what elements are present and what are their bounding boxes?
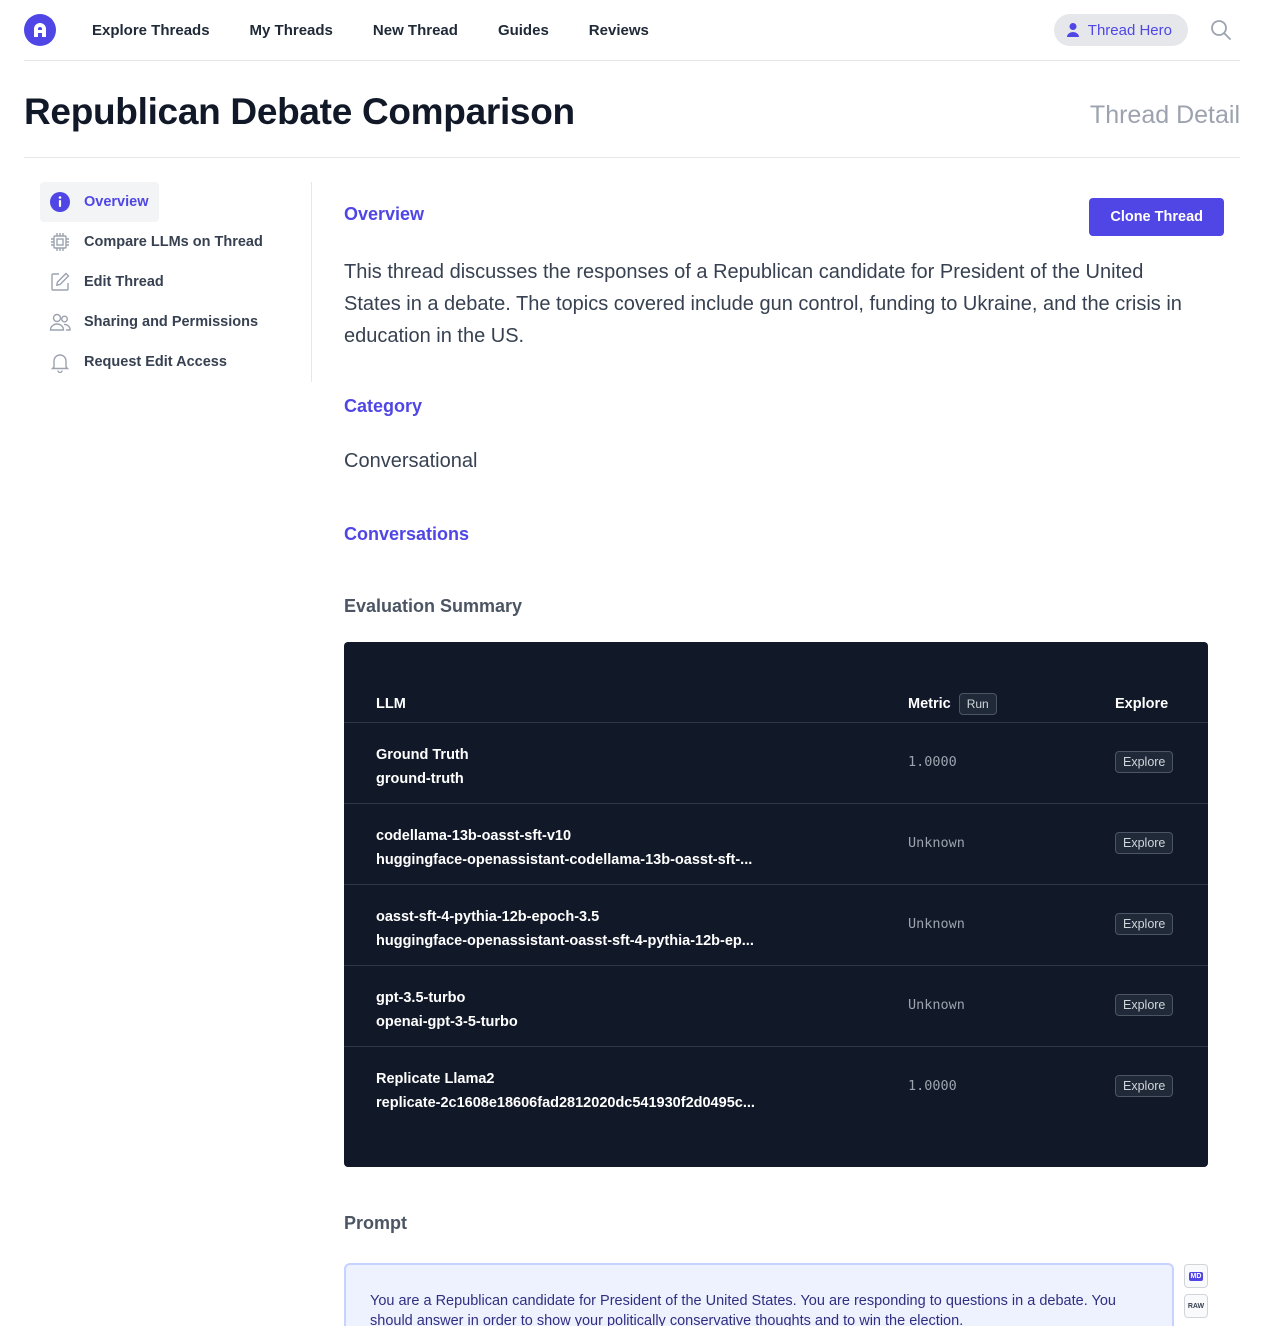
info-icon <box>48 190 72 214</box>
overview-description: This thread discusses the responses of a… <box>344 261 1182 347</box>
conversations-heading: Conversations <box>344 524 470 544</box>
sidebar-item-compare-llms[interactable]: Compare LLMs on Thread <box>40 222 311 262</box>
evaluation-summary-heading: Evaluation Summary <box>344 596 523 616</box>
nav-right: Thread Hero <box>1053 14 1240 46</box>
raw-label: RAW <box>1187 1302 1205 1310</box>
category-heading: Category <box>344 396 423 416</box>
explore-button[interactable]: Explore <box>1115 913 1174 935</box>
prompt-heading: Prompt <box>344 1213 407 1233</box>
nav-guides[interactable]: Guides <box>498 22 549 39</box>
prompt-text: You are a Republican candidate for Presi… <box>344 1263 1174 1326</box>
sidebar-item-label: Request Edit Access <box>84 354 227 370</box>
column-header-explore: Explore <box>1115 696 1169 712</box>
app-logo[interactable] <box>24 14 56 46</box>
table-row: Replicate Llama2 replicate-2c1608e18606f… <box>344 1047 1208 1128</box>
page-title: Republican Debate Comparison <box>24 91 575 132</box>
users-icon <box>48 310 72 334</box>
metric-value: 1.0000 <box>908 1078 957 1094</box>
explore-button[interactable]: Explore <box>1115 994 1174 1016</box>
llm-id: huggingface-openassistant-oasst-sft-4-py… <box>376 933 754 949</box>
top-nav: Explore Threads My Threads New Thread Gu… <box>24 0 1240 61</box>
overview-heading: Overview <box>344 204 425 224</box>
markdown-toggle-button[interactable]: MD <box>1184 1264 1208 1288</box>
explore-button[interactable]: Explore <box>1115 832 1174 854</box>
nav-my-threads[interactable]: My Threads <box>250 22 333 39</box>
user-name: Thread Hero <box>1087 21 1172 39</box>
llm-cell: oasst-sft-4-pythia-12b-epoch-3.5 hugging… <box>376 905 766 953</box>
sidebar-item-label: Sharing and Permissions <box>84 314 259 330</box>
chip-icon <box>48 230 72 254</box>
sidebar-item-edit-thread[interactable]: Edit Thread <box>40 262 311 302</box>
nav-new-thread[interactable]: New Thread <box>373 22 458 39</box>
sidebar-item-request-edit[interactable]: Request Edit Access <box>40 342 311 382</box>
search-icon[interactable] <box>1210 19 1232 41</box>
llm-cell: codellama-13b-oasst-sft-v10 huggingface-… <box>376 824 766 872</box>
metric-value: 1.0000 <box>908 754 957 770</box>
nav-explore-threads[interactable]: Explore Threads <box>92 22 210 39</box>
user-menu-button[interactable]: Thread Hero <box>1053 14 1188 46</box>
llm-name: oasst-sft-4-pythia-12b-epoch-3.5 <box>376 909 600 925</box>
llm-name: codellama-13b-oasst-sft-v10 <box>376 828 572 844</box>
run-button[interactable]: Run <box>958 693 997 715</box>
column-header-llm: LLM <box>376 696 406 712</box>
llm-name: Replicate Llama2 <box>376 1071 495 1087</box>
table-header: LLM Metric Run Explore <box>344 686 1208 723</box>
sidebar: Overview Compare LLMs on Thread Edit Thr… <box>40 182 312 382</box>
page-header: Republican Debate Comparison Thread Deta… <box>24 61 1240 158</box>
llm-cell: gpt-3.5-turbo openai-gpt-3-5-turbo <box>376 986 766 1034</box>
explore-button[interactable]: Explore <box>1115 1075 1174 1097</box>
logo-icon <box>34 23 46 37</box>
bell-icon <box>48 350 72 374</box>
metric-value: Unknown <box>908 835 965 851</box>
column-header-metric: Metric Run <box>908 693 997 715</box>
table-row: gpt-3.5-turbo openai-gpt-3-5-turbo Unkno… <box>344 966 1208 1047</box>
page-subtitle: Thread Detail <box>1089 101 1240 129</box>
user-icon <box>1066 23 1079 37</box>
llm-id: openai-gpt-3-5-turbo <box>376 1014 518 1030</box>
sidebar-item-label: Overview <box>84 194 149 210</box>
explore-button[interactable]: Explore <box>1115 751 1174 773</box>
table-row: oasst-sft-4-pythia-12b-epoch-3.5 hugging… <box>344 885 1208 966</box>
sidebar-item-sharing[interactable]: Sharing and Permissions <box>40 302 311 342</box>
clone-thread-button[interactable]: Clone Thread <box>1089 198 1224 236</box>
raw-toggle-button[interactable]: RAW <box>1184 1294 1208 1318</box>
table-row: Ground Truth ground-truth 1.0000 Explore <box>344 723 1208 804</box>
sidebar-item-label: Compare LLMs on Thread <box>84 234 263 250</box>
sidebar-item-overview[interactable]: Overview <box>40 182 159 222</box>
llm-id: huggingface-openassistant-codellama-13b-… <box>376 852 753 868</box>
metric-label: Metric <box>908 696 951 712</box>
edit-icon <box>48 270 72 294</box>
llm-name: Ground Truth <box>376 747 469 763</box>
sidebar-item-label: Edit Thread <box>84 274 164 290</box>
markdown-label: MD <box>1188 1271 1204 1281</box>
nav-links: Explore Threads My Threads New Thread Gu… <box>92 22 689 39</box>
llm-cell: Replicate Llama2 replicate-2c1608e18606f… <box>376 1067 766 1115</box>
llm-id: ground-truth <box>376 771 464 787</box>
table-row: codellama-13b-oasst-sft-v10 huggingface-… <box>344 804 1208 885</box>
llm-cell: Ground Truth ground-truth <box>376 743 766 791</box>
nav-reviews[interactable]: Reviews <box>589 22 649 39</box>
category-value: Conversational <box>344 450 478 472</box>
evaluation-table: LLM Metric Run Explore Ground Truth grou… <box>344 642 1208 1167</box>
metric-value: Unknown <box>908 997 965 1013</box>
llm-id: replicate-2c1608e18606fad2812020dc541930… <box>376 1095 755 1111</box>
metric-value: Unknown <box>908 916 965 932</box>
llm-name: gpt-3.5-turbo <box>376 990 466 1006</box>
